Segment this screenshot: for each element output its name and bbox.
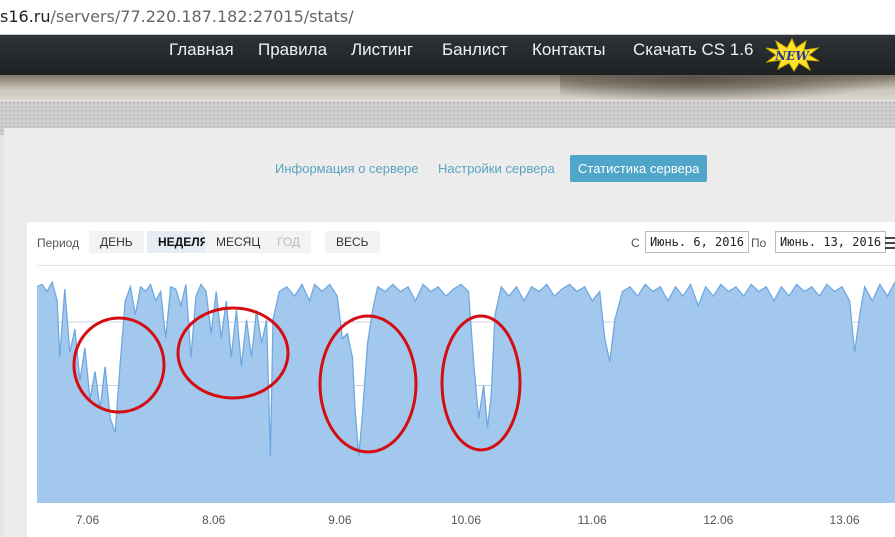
nav-contacts[interactable]: Контакты [532, 40, 605, 60]
to-label: По [751, 236, 767, 250]
range-year-button: ГОД [266, 231, 312, 253]
range-day-button[interactable]: ДЕНЬ [89, 231, 144, 253]
period-label: Период [37, 236, 80, 250]
from-date-input[interactable]: Июнь. 6, 2016 [645, 231, 749, 253]
toolbar-divider [37, 265, 895, 266]
url-host: s16.ru [0, 7, 51, 26]
tab-server-settings[interactable]: Настройки сервера [430, 155, 563, 182]
from-label: С [631, 236, 640, 250]
nav-rules[interactable]: Правила [258, 40, 327, 60]
browser-url-bar[interactable]: s16.ru/servers/77.220.187.182:27015/stat… [0, 0, 895, 35]
url-path: /servers/77.220.187.182:27015/stats/ [50, 7, 354, 26]
server-tabs: Информация о сервере Настройки сервера С… [0, 152, 895, 182]
top-navbar: Главная Правила Листинг Банлист Контакты… [0, 35, 895, 75]
url-text[interactable]: s16.ru/servers/77.220.187.182:27015/stat… [0, 7, 354, 26]
new-badge-text: NEW [774, 49, 810, 63]
nav-home[interactable]: Главная [169, 40, 234, 60]
header-banner-art [560, 75, 890, 101]
nav-download-cs[interactable]: Скачать CS 1.6 [633, 40, 753, 60]
tab-server-stats[interactable]: Статистика сервера [570, 155, 708, 182]
to-date-input[interactable]: Июнь. 13, 2016 [775, 231, 887, 253]
stats-panel [27, 222, 895, 537]
nav-listing[interactable]: Листинг [351, 40, 413, 60]
range-month-button[interactable]: МЕСЯЦ [205, 231, 272, 253]
range-all-button[interactable]: ВЕСЬ [325, 231, 380, 253]
nav-banlist[interactable]: Банлист [442, 40, 508, 60]
new-badge-icon: NEW [765, 38, 820, 72]
chart-menu-icon[interactable] [885, 236, 895, 250]
tab-server-info[interactable]: Информация о сервере [267, 155, 426, 182]
